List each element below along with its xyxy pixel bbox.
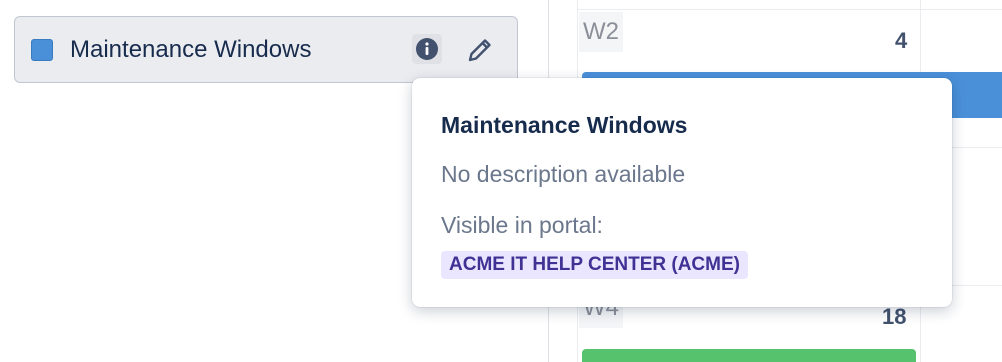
- info-button[interactable]: [412, 34, 442, 64]
- calendar-item-label: Maintenance Windows: [70, 36, 312, 63]
- portal-tag: ACME IT HELP CENTER (ACME): [441, 251, 748, 279]
- event-bar-green[interactable]: [582, 349, 916, 362]
- edit-button[interactable]: [463, 33, 497, 67]
- info-icon: [415, 37, 439, 61]
- calendar-color-checkbox[interactable]: [31, 39, 53, 61]
- calendar-list-item-maintenance-windows[interactable]: Maintenance Windows: [14, 16, 518, 83]
- popover-description: No description available: [441, 161, 686, 187]
- day-number[interactable]: 4: [895, 28, 907, 54]
- visible-in-portal-label: Visible in portal:: [441, 212, 603, 238]
- app-root: Maintenance Windows W2 4 W4 18 Maintenan…: [0, 0, 1002, 362]
- pencil-icon: [464, 34, 496, 66]
- calendar-info-popover: Maintenance Windows No description avail…: [412, 78, 952, 307]
- week-number-badge: W2: [579, 12, 623, 52]
- popover-title: Maintenance Windows: [441, 112, 688, 138]
- grid-line: [577, 9, 1002, 10]
- day-number[interactable]: 18: [882, 304, 906, 330]
